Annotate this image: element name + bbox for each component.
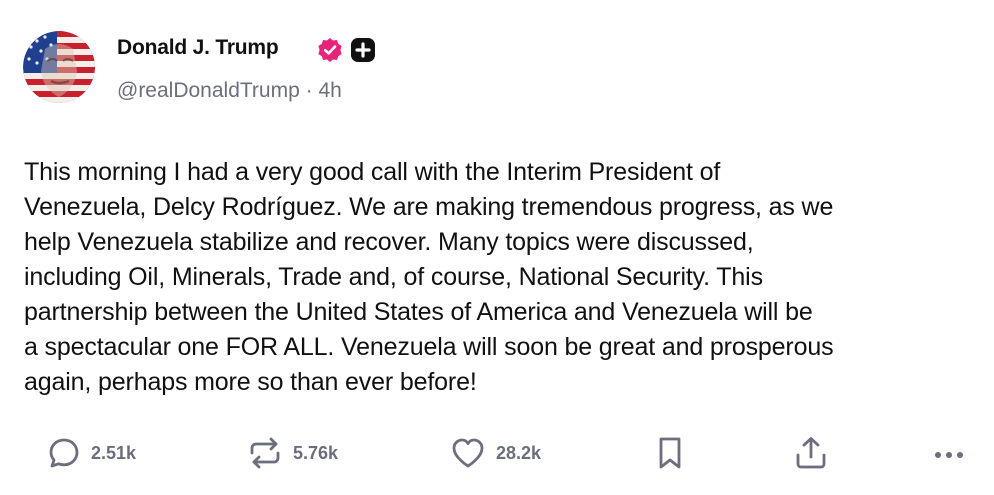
ellipsis-icon — [935, 452, 963, 458]
post-text-line: This morning I had a very good call with… — [24, 158, 721, 186]
speech-bubble-icon — [49, 438, 79, 468]
post-text-line: partnership between the United States of… — [24, 298, 813, 326]
repost-arrows-icon — [250, 437, 280, 469]
repost-button[interactable]: 5.76k — [247, 433, 338, 473]
more-options-button[interactable] — [930, 433, 970, 473]
heart-icon — [452, 438, 484, 468]
author-handle[interactable]: @realDonaldTrump — [117, 79, 300, 102]
post-text-line: Venezuela, Delcy Rodríguez. We are makin… — [24, 193, 834, 221]
repost-count: 5.76k — [293, 442, 339, 463]
avatar-image — [23, 31, 95, 103]
avatar[interactable] — [23, 31, 95, 103]
post-time[interactable]: 4h — [318, 79, 341, 102]
share-button[interactable] — [793, 433, 829, 473]
post-card: Donald J. Trump @realDonaldTrump · 4h Th… — [0, 0, 994, 495]
plus-badge-icon — [351, 38, 375, 62]
post-text-line: help Venezuela stabilize and recover. Ma… — [24, 228, 754, 256]
author-meta: @realDonaldTrump · 4h — [117, 79, 342, 103]
reply-count: 2.51k — [91, 442, 137, 463]
meta-separator: · — [305, 79, 313, 102]
post-text-line: a spectacular one FOR ALL. Venezuela wil… — [24, 333, 834, 361]
post-body: This morning I had a very good call with… — [24, 155, 984, 400]
post-text-line: again, perhaps more so than ever before! — [24, 368, 477, 396]
reply-button[interactable]: 2.51k — [47, 433, 136, 473]
bookmark-icon — [659, 437, 681, 469]
verified-badge-icon — [318, 38, 342, 62]
like-button[interactable]: 28.2k — [450, 433, 541, 473]
bookmark-button[interactable] — [655, 433, 685, 473]
author-display-name[interactable]: Donald J. Trump — [117, 36, 279, 60]
share-upload-icon — [796, 437, 826, 469]
like-count: 28.2k — [496, 442, 542, 463]
post-text-line: including Oil, Minerals, Trade and, of c… — [24, 263, 763, 291]
